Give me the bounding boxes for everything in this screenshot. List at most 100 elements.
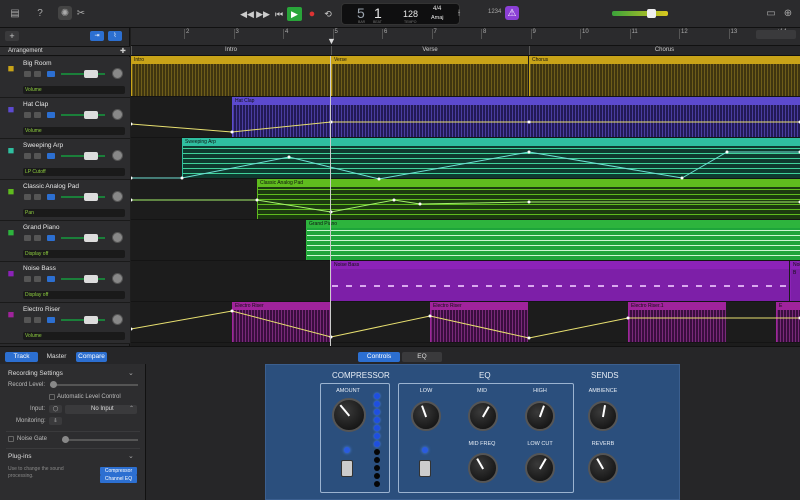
automation-param-select[interactable]: Volume	[23, 127, 125, 135]
record-button[interactable]: ●	[304, 7, 320, 21]
compressor-power-led[interactable]	[344, 447, 350, 453]
ambience-knob[interactable]	[588, 401, 618, 431]
track-volume-slider[interactable]	[61, 319, 105, 321]
track-name[interactable]: Electro Riser	[23, 306, 60, 313]
track-volume-knob[interactable]	[84, 111, 98, 119]
plugins-heading[interactable]: Plug-ins	[8, 453, 31, 460]
amount-knob[interactable]	[332, 398, 366, 432]
headphones-icon[interactable]	[34, 317, 41, 323]
pan-knob[interactable]	[112, 273, 123, 284]
automation-param-select[interactable]: Volume	[23, 332, 125, 340]
track-volume-slider[interactable]	[61, 155, 105, 157]
mute-button[interactable]	[24, 276, 31, 282]
track-name[interactable]: Hat Clap	[23, 101, 48, 108]
smart-controls-icon[interactable]: ✺	[58, 6, 72, 20]
record-enable-button[interactable]	[47, 317, 55, 323]
headphones-icon[interactable]	[34, 71, 41, 77]
go-to-start-button[interactable]: ⏮	[271, 7, 287, 21]
add-marker-icon[interactable]: ✚	[120, 47, 126, 55]
track-volume-knob[interactable]	[84, 234, 98, 242]
automation-param-select[interactable]: Volume	[23, 86, 125, 94]
high-knob[interactable]	[525, 401, 555, 431]
record-enable-button[interactable]	[47, 112, 55, 118]
cycle-region-indicator[interactable]	[756, 30, 796, 39]
noise-gate-knob[interactable]	[62, 436, 69, 443]
tuner-icon[interactable]: ⟊	[452, 6, 466, 20]
track-volume-knob[interactable]	[84, 275, 98, 283]
track-name[interactable]: Grand Piano	[23, 224, 60, 231]
playhead-icon[interactable]: ▼	[327, 36, 336, 46]
collapse-chevron-icon[interactable]: ⌄	[128, 369, 134, 377]
lcd-display[interactable]: 5 1 BAR BEAT 128 TEMPO 4/4 Amaj	[341, 3, 460, 25]
track-volume-slider[interactable]	[61, 196, 105, 198]
track-header[interactable]: ■ Big Room Volume	[0, 57, 130, 98]
track-name[interactable]: Classic Analog Pad	[23, 183, 79, 190]
noise-gate-checkbox[interactable]	[8, 436, 14, 442]
eq-toggle-switch[interactable]	[419, 460, 431, 477]
track-volume-slider[interactable]	[61, 237, 105, 239]
recording-settings-heading[interactable]: Recording Settings	[8, 370, 63, 377]
track-volume-slider[interactable]	[61, 73, 105, 75]
auto-level-checkbox[interactable]	[49, 394, 55, 400]
pan-knob[interactable]	[112, 314, 123, 325]
count-in-button[interactable]: 1234	[488, 9, 501, 15]
reverb-knob[interactable]	[588, 453, 618, 483]
track-volume-knob[interactable]	[84, 152, 98, 160]
tracks-area[interactable]: Intro Verse Chorus Hat Clap Sweeping Arp Clas…	[131, 56, 800, 346]
mute-button[interactable]	[24, 153, 31, 159]
notepad-icon[interactable]: ▭	[764, 6, 778, 20]
mute-button[interactable]	[24, 194, 31, 200]
master-volume-knob[interactable]	[647, 9, 656, 18]
track-name[interactable]: Noise Bass	[23, 265, 56, 272]
mute-button[interactable]	[24, 112, 31, 118]
track-tab[interactable]: Track	[5, 352, 38, 362]
track-volume-slider[interactable]	[61, 278, 105, 280]
mute-button[interactable]	[24, 71, 31, 77]
automation-param-select[interactable]: Display off	[23, 291, 125, 299]
low-knob[interactable]	[411, 401, 441, 431]
plugin-slot-compressor[interactable]: Compressor	[100, 467, 137, 475]
scissors-icon[interactable]: ✂	[74, 6, 88, 20]
record-enable-button[interactable]	[47, 235, 55, 241]
pan-knob[interactable]	[112, 232, 123, 243]
headphones-icon[interactable]	[34, 235, 41, 241]
automation-param-select[interactable]: Pan	[23, 209, 125, 217]
eq-power-led[interactable]	[422, 447, 428, 453]
input-select[interactable]: No Input ⌃	[65, 405, 137, 414]
library-icon[interactable]: ▤	[8, 6, 22, 20]
track-header[interactable]: ■ Sweeping Arp LP Cutoff	[0, 139, 130, 180]
compare-button[interactable]: Compare	[76, 352, 107, 362]
record-level-slider[interactable]	[50, 384, 138, 386]
help-icon[interactable]: ?	[33, 6, 47, 20]
automation-param-select[interactable]: LP Cutoff	[23, 168, 125, 176]
mute-button[interactable]	[24, 235, 31, 241]
mute-button[interactable]	[24, 317, 31, 323]
track-volume-knob[interactable]	[84, 70, 98, 78]
mid-knob[interactable]	[468, 401, 498, 431]
collapse-chevron-icon[interactable]: ⌄	[128, 452, 134, 460]
pan-knob[interactable]	[112, 109, 123, 120]
headphones-icon[interactable]	[34, 153, 41, 159]
master-tab[interactable]: Master	[40, 352, 73, 362]
track-volume-slider[interactable]	[61, 114, 105, 116]
track-header[interactable]: ■ Noise Bass Display off	[0, 262, 130, 303]
automation-toggle-icon[interactable]: ⌇	[108, 31, 122, 41]
pan-knob[interactable]	[112, 68, 123, 79]
cycle-button[interactable]: ⟲	[320, 7, 336, 21]
track-volume-knob[interactable]	[84, 316, 98, 324]
compressor-toggle-switch[interactable]	[341, 460, 353, 477]
fast-forward-button[interactable]: ▶▶	[255, 7, 271, 21]
arrangement-marker[interactable]: Chorus	[529, 46, 799, 55]
track-header[interactable]: ■ Grand Piano Display off	[0, 221, 130, 262]
track-name[interactable]: Big Room	[23, 60, 52, 67]
arrangement-marker[interactable]: Verse	[331, 46, 528, 55]
headphones-icon[interactable]	[34, 276, 41, 282]
input-mono-toggle[interactable]: ◯	[49, 405, 62, 413]
add-track-button[interactable]: +	[5, 31, 19, 41]
controls-tab[interactable]: Controls	[358, 352, 400, 362]
play-button[interactable]: ▶	[287, 7, 302, 21]
record-enable-button[interactable]	[47, 71, 55, 77]
mid-freq-knob[interactable]	[468, 453, 498, 483]
pan-knob[interactable]	[112, 191, 123, 202]
track-volume-knob[interactable]	[84, 193, 98, 201]
